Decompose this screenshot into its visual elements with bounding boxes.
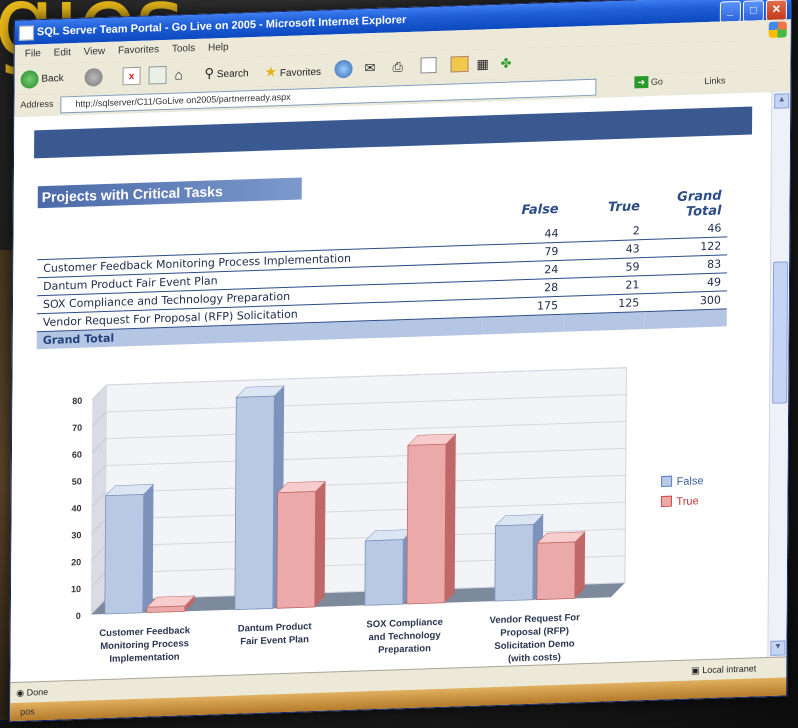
scroll-up-icon[interactable]: ▲ xyxy=(774,93,790,109)
y-tick-label: 60 xyxy=(72,450,82,460)
home-icon[interactable]: ⌂ xyxy=(175,65,184,83)
bar-false xyxy=(104,494,145,615)
chart-area: 0 10 20 30 40 50 60 70 80 Customer Feedback Monito… xyxy=(20,332,762,683)
bar-false xyxy=(364,539,404,606)
vertical-scrollbar[interactable]: ▲ ▼ xyxy=(767,91,791,659)
pivot-table: False True Grand Total 44 2 46 Customer … xyxy=(36,187,728,350)
address-label: Address xyxy=(20,98,54,110)
x-tick-label: Dantum Product xyxy=(238,621,313,634)
bar-chart: 0 10 20 30 40 50 60 70 80 Customer FeedbackMonito… xyxy=(71,367,704,665)
intranet-icon: ▣ xyxy=(691,665,700,676)
research-icon[interactable]: ▦ xyxy=(477,55,489,73)
portal-header-band xyxy=(34,106,753,159)
browser-window: SQL Server Team Portal - Go Live on 2005… xyxy=(9,0,792,723)
favorites-button[interactable]: ★ Favorites xyxy=(265,61,322,81)
history-icon xyxy=(334,59,353,79)
x-tick-label: Solicitation Demo xyxy=(494,638,574,652)
bar-true xyxy=(146,605,186,614)
y-tick-label: 30 xyxy=(71,530,81,540)
x-tick-label: Preparation xyxy=(378,643,431,656)
y-tick-label: 20 xyxy=(71,557,81,567)
back-button[interactable]: Back xyxy=(20,69,64,89)
y-tick-label: 10 xyxy=(71,584,81,594)
windows-flag-icon xyxy=(768,21,787,38)
minimize-icon[interactable]: _ xyxy=(719,0,741,23)
bar-side xyxy=(314,481,326,608)
column-header-grand-total[interactable]: Grand Total xyxy=(646,187,728,222)
zone-label: Local intranet xyxy=(702,663,757,676)
bar-side xyxy=(574,531,586,599)
forward-arrow-icon xyxy=(84,68,103,87)
history-button[interactable] xyxy=(334,59,353,79)
menu-help[interactable]: Help xyxy=(208,42,229,54)
print-icon[interactable]: ⎙ xyxy=(393,58,404,76)
status-text: Done xyxy=(26,686,49,698)
x-tick-label: and Technology xyxy=(369,630,442,643)
mail-icon[interactable]: ✉ xyxy=(365,59,376,77)
menu-favorites[interactable]: Favorites xyxy=(118,44,159,56)
x-tick-label: Fair Event Plan xyxy=(240,634,309,647)
legend-label: False xyxy=(677,475,704,488)
y-tick-label: 80 xyxy=(72,396,82,406)
y-tick-label: 40 xyxy=(72,503,82,513)
legend-swatch xyxy=(661,475,673,488)
search-label: Search xyxy=(216,68,249,81)
maximize-icon[interactable]: □ xyxy=(742,0,764,22)
menu-tools[interactable]: Tools xyxy=(172,43,195,55)
scroll-down-icon[interactable]: ▼ xyxy=(770,640,786,656)
x-tick-label: SOX Compliance xyxy=(366,617,443,631)
messenger-icon[interactable]: ✤ xyxy=(501,54,512,72)
column-header-true[interactable]: True xyxy=(565,190,647,225)
y-tick-label: 50 xyxy=(72,476,82,486)
bar-false xyxy=(494,524,534,602)
page-done-icon: ◉ xyxy=(16,687,25,698)
close-icon[interactable]: ✕ xyxy=(765,0,787,22)
search-button[interactable]: ⚲ Search xyxy=(205,63,249,82)
bar-side xyxy=(444,433,456,603)
scroll-thumb[interactable] xyxy=(772,261,789,404)
bar-true xyxy=(276,491,317,609)
taskbar-item[interactable]: pos xyxy=(20,706,35,716)
x-tick-label: Proposal (RFP) xyxy=(500,626,569,639)
zone-indicator: ▣ Local intranet xyxy=(691,658,756,680)
star-icon: ★ xyxy=(264,63,278,80)
legend-label: True xyxy=(676,495,698,508)
go-arrow-icon: ➜ xyxy=(634,75,649,89)
x-tick-label: Customer Feedback xyxy=(99,625,191,639)
page-content: Projects with Critical Tasks False True … xyxy=(10,91,773,684)
y-tick-label: 70 xyxy=(72,423,82,433)
back-arrow-icon xyxy=(20,70,39,89)
links-button[interactable]: Links xyxy=(704,75,725,86)
menu-edit[interactable]: Edit xyxy=(54,47,71,59)
edit-icon[interactable] xyxy=(420,56,437,74)
legend-swatch xyxy=(660,495,673,508)
x-tick-label: Monitoring Process xyxy=(100,638,189,652)
ie-icon xyxy=(18,25,34,41)
search-icon: ⚲ xyxy=(204,65,215,81)
stop-icon[interactable]: x xyxy=(122,66,141,86)
column-header-false[interactable]: False xyxy=(483,193,565,228)
bar-side xyxy=(142,484,154,613)
forward-button[interactable] xyxy=(84,68,103,87)
bar-true xyxy=(406,443,447,605)
menu-file[interactable]: File xyxy=(25,48,41,60)
bar-true xyxy=(536,541,576,601)
bar-false xyxy=(234,395,275,611)
go-button[interactable]: ➜ Go xyxy=(634,75,663,89)
back-label: Back xyxy=(41,72,64,85)
folder-icon[interactable] xyxy=(450,55,469,73)
y-tick-label: 0 xyxy=(76,611,81,621)
x-tick-label: (with costs) xyxy=(508,652,561,665)
x-tick-label: Vendor Request For xyxy=(490,612,581,626)
x-tick-label: Implementation xyxy=(109,652,179,665)
favorites-label: Favorites xyxy=(279,66,322,80)
menu-view[interactable]: View xyxy=(84,46,106,58)
refresh-icon[interactable] xyxy=(148,65,167,85)
go-label: Go xyxy=(650,76,663,87)
